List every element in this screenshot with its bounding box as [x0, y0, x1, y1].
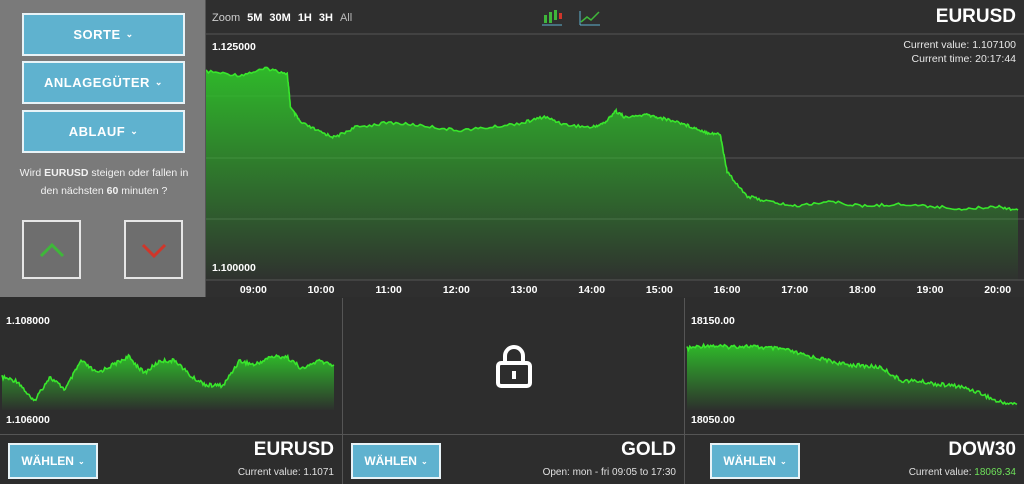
x-tick-label: 13:00 — [510, 284, 538, 296]
x-tick-label: 18:00 — [848, 284, 876, 296]
current-value-label: Current value: — [903, 39, 970, 51]
card-info: Open: mon - fri 09:05 to 17:30 — [543, 467, 676, 478]
y-tick-min: 1.100000 — [212, 262, 256, 274]
card-info: Current value: 1.1071 — [238, 467, 334, 478]
mini-chart-eurusd[interactable] — [0, 298, 342, 434]
control-panel: SORTE ⌄ ANLAGEGÜTER ⌄ ABLAUF ⌄ Wird EURU… — [0, 0, 206, 297]
chevron-down-icon: ⌄ — [420, 456, 428, 466]
card-info: Current value: 18069.34 — [909, 467, 1016, 478]
x-tick-label: 14:00 — [578, 284, 606, 296]
series-area — [206, 67, 1018, 281]
call-up-button[interactable] — [22, 220, 81, 279]
card-footer: WÄHLEN ⌄ EURUSD Current value: 1.1071 — [0, 434, 342, 484]
locked-chart-area — [343, 298, 684, 434]
zoom-1h[interactable]: 1H — [298, 12, 312, 24]
zoom-3h[interactable]: 3H — [319, 12, 333, 24]
card-info-label: Current value: — [237, 467, 301, 478]
expiry-select-button[interactable]: ABLAUF ⌄ — [22, 110, 185, 153]
current-info: Current value: 1.107100 Current time: 20… — [903, 38, 1016, 66]
x-tick-label: 11:00 — [375, 284, 402, 296]
card-info-label: Current value: — [908, 467, 972, 478]
chevron-down-icon: ⌄ — [154, 77, 163, 87]
trading-widget: SORTE ⌄ ANLAGEGÜTER ⌄ ABLAUF ⌄ Wird EURU… — [0, 0, 1024, 484]
asset-card-eurusd: 1.108000 1.106000 WÄHLEN ⌄ EURUSD Current… — [0, 298, 342, 484]
current-value: 1.107100 — [972, 39, 1016, 51]
select-asset-button[interactable]: WÄHLEN ⌄ — [8, 443, 98, 479]
chevron-down-icon: ⌄ — [77, 456, 85, 466]
select-asset-label: WÄHLEN — [723, 454, 776, 468]
chevron-down-icon: ⌄ — [779, 456, 787, 466]
candlestick-chart-icon[interactable] — [540, 7, 564, 27]
assets-select-label: ANLAGEGÜTER — [44, 75, 150, 90]
mini-y-max: 1.108000 — [6, 315, 50, 327]
card-footer: WÄHLEN ⌄ DOW30 Current value: 18069.34 — [685, 434, 1024, 484]
card-symbol: EURUSD — [253, 439, 334, 460]
mini-y-min: 1.106000 — [6, 414, 50, 426]
x-tick-label: 19:00 — [916, 284, 944, 296]
mini-y-max: 18150.00 — [691, 315, 735, 327]
x-tick-label: 10:00 — [307, 284, 335, 296]
y-tick-max: 1.125000 — [212, 41, 256, 53]
series-area — [687, 344, 1017, 410]
card-symbol: DOW30 — [948, 439, 1016, 460]
expiry-select-label: ABLAUF — [68, 124, 126, 139]
mini-y-min: 18050.00 — [691, 414, 735, 426]
x-tick-label: 09:00 — [239, 284, 267, 296]
x-tick-label: 12:00 — [442, 284, 470, 296]
current-time: 20:17:44 — [975, 53, 1016, 65]
card-info-value: 1.1071 — [303, 467, 334, 478]
asset-card-gold: WÄHLEN ⌄ GOLD Open: mon - fri 09:05 to 17… — [342, 298, 684, 484]
question-symbol: EURUSD — [44, 167, 89, 179]
zoom-all[interactable]: All — [340, 12, 352, 24]
chevron-down-icon: ⌄ — [130, 126, 139, 136]
x-tick-label: 17:00 — [781, 284, 809, 296]
zoom-bar: Zoom 5M 30M 1H 3H All — [212, 12, 352, 24]
line-chart-icon[interactable] — [578, 7, 602, 27]
assets-select-button[interactable]: ANLAGEGÜTER ⌄ — [22, 61, 185, 104]
select-asset-button[interactable]: WÄHLEN ⌄ — [351, 443, 441, 479]
arrow-down-icon — [141, 243, 166, 258]
main-symbol: EURUSD — [935, 6, 1016, 27]
card-info-label: Open: mon - fri 09:05 to 17:30 — [542, 467, 676, 478]
mini-chart-dow30[interactable] — [685, 298, 1024, 434]
question-text-pre: Wird — [19, 167, 45, 179]
x-tick-label: 15:00 — [645, 284, 673, 296]
prediction-question: Wird EURUSD steigen oder fallen in den n… — [14, 164, 194, 200]
x-axis-labels: 09:00 10:00 11:00 12:00 13:00 14:00 15:00 16:00… — [206, 284, 1024, 296]
x-tick-label: 20:00 — [984, 284, 1012, 296]
card-symbol: GOLD — [621, 439, 676, 460]
main-chart-panel: Zoom 5M 30M 1H 3H All EURUSD Current val… — [206, 0, 1024, 297]
select-asset-button[interactable]: WÄHLEN ⌄ — [710, 443, 800, 479]
select-asset-label: WÄHLEN — [364, 454, 417, 468]
select-asset-label: WÄHLEN — [21, 454, 74, 468]
zoom-label: Zoom — [212, 12, 241, 24]
chevron-down-icon: ⌄ — [125, 29, 134, 39]
lock-icon — [496, 345, 532, 388]
type-select-button[interactable]: SORTE ⌄ — [22, 13, 185, 56]
zoom-30m[interactable]: 30M — [269, 12, 290, 24]
x-tick-label: 16:00 — [713, 284, 741, 296]
put-down-button[interactable] — [124, 220, 183, 279]
main-price-chart[interactable] — [206, 0, 1024, 297]
current-time-label: Current time: — [911, 53, 973, 65]
question-text-post: minuten ? — [118, 185, 168, 197]
type-select-label: SORTE — [73, 27, 121, 42]
question-minutes: 60 — [106, 185, 119, 197]
chart-type-switch — [540, 7, 602, 27]
zoom-5m[interactable]: 5M — [247, 12, 262, 24]
card-info-value: 18069.34 — [974, 467, 1016, 478]
card-footer: WÄHLEN ⌄ GOLD Open: mon - fri 09:05 to 17… — [343, 434, 684, 484]
arrow-up-icon — [39, 242, 64, 257]
asset-card-dow30: 18150.00 18050.00 WÄHLEN ⌄ DOW30 Current … — [684, 298, 1024, 484]
